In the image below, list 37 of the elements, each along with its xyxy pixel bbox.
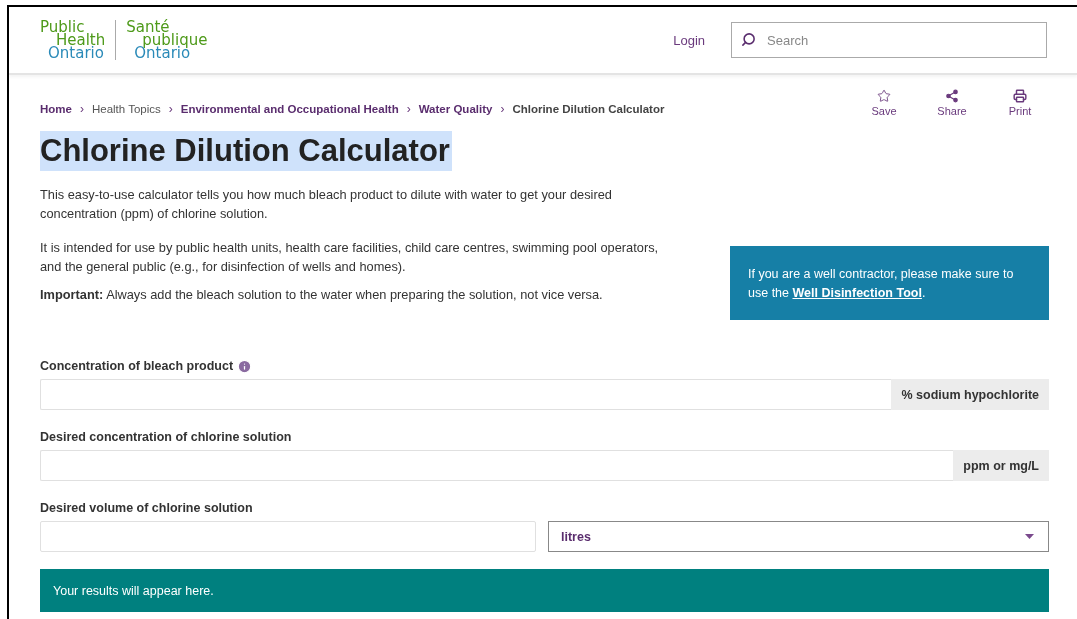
breadcrumb-separator: ›	[500, 102, 505, 116]
callout-text: If you are a well contractor, please make sure to use the Well Disinfection Tool.	[748, 266, 1015, 302]
caret-icon	[1025, 534, 1034, 539]
unit-dropdown[interactable]: litres	[548, 521, 1049, 552]
breadcrumb-separator: ›	[406, 102, 411, 116]
search-icon	[741, 32, 756, 47]
breadcrumb-link[interactable]: Health Topics	[91, 103, 161, 115]
important-note: Important: Always add the bleach solution to the water when preparing the solution, not vice versa.	[40, 286, 604, 304]
star-icon	[877, 89, 891, 103]
input-field[interactable]	[40, 379, 892, 410]
breadcrumb-separator: ›	[168, 102, 173, 116]
share-icon	[945, 89, 959, 103]
field-label: Desired concentration of chlorine solution	[40, 430, 292, 444]
logo[interactable]: Public Health Ontario Santé publique Ontario	[40, 20, 208, 60]
breadcrumb-link[interactable]: Environmental and Occupational Health	[180, 103, 399, 115]
current-page-label: Chlorine Dilution Calculator	[512, 103, 665, 115]
print-button[interactable]: Print	[997, 89, 1043, 117]
share-button[interactable]: Share	[929, 89, 975, 117]
unit-label: ppm or mg/L	[953, 450, 1049, 481]
input-field[interactable]	[40, 450, 954, 481]
results-text: Your results will appear here.	[53, 583, 214, 598]
login-link[interactable]: Login	[673, 32, 705, 48]
unit-label: % sodium hypochlorite	[891, 379, 1049, 410]
usage-text: It is intended for use by public health units, health care facilities, child care centres, swimming pool operators, and the general public (e.g., for disinfection of wells and homes).	[40, 239, 660, 276]
well-disinfection-link[interactable]: Well Disinfection Tool	[792, 286, 922, 300]
field-label: Desired volume of chlorine solution	[40, 501, 253, 515]
intro-text: This easy-to-use calculator tells you how much bleach product to dilute with water to get your desired concentration (ppm) of chlorine solution.	[40, 186, 613, 223]
print-icon	[1013, 89, 1027, 103]
info-icon[interactable]	[237, 358, 253, 374]
breadcrumb-separator: ›	[79, 102, 84, 116]
breadcrumb-link[interactable]: Water Quality	[418, 103, 493, 115]
input-field[interactable]	[40, 521, 536, 552]
page-title: Chlorine Dilution Calculator	[40, 131, 452, 171]
field-label: Concentration of bleach product	[40, 359, 234, 373]
search-field[interactable]: Search	[731, 22, 1047, 58]
star-button[interactable]: Save	[861, 89, 907, 117]
breadcrumb-link[interactable]: Home	[40, 103, 72, 115]
